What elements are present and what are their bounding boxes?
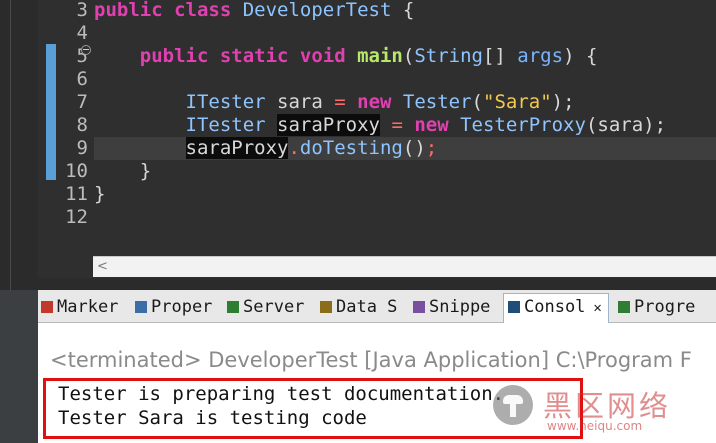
left-side-strip: [0, 0, 38, 443]
line-number: 9: [76, 137, 88, 159]
close-tab-icon[interactable]: ✕: [593, 300, 601, 316]
code-token: ITester: [185, 114, 266, 136]
tab-label: Consol: [524, 297, 586, 317]
line-number: 4: [76, 22, 88, 44]
horizontal-scrollbar[interactable]: <: [93, 256, 716, 277]
line-number: 6: [76, 68, 88, 90]
line-number: 10: [65, 160, 88, 182]
code-line[interactable]: ITester saraProxy = new TesterProxy(sara…: [94, 114, 666, 137]
code-token: main: [357, 45, 403, 67]
code-token: sara: [597, 114, 644, 136]
tab-label: Server: [243, 297, 305, 317]
line-number: 7: [76, 91, 88, 113]
code-token: args: [517, 45, 564, 67]
code-token: public static void: [94, 45, 358, 67]
tab-data-s[interactable]: Data S: [320, 294, 397, 320]
code-token: =: [322, 91, 358, 113]
properties-icon: [135, 301, 147, 313]
code-token: );: [643, 114, 667, 136]
code-token: String: [414, 45, 483, 67]
tab-snippe[interactable]: Snippe: [413, 294, 490, 320]
code-token: new: [357, 91, 403, 113]
marker-icon: [41, 301, 53, 313]
code-token: ITester: [185, 91, 266, 113]
code-line[interactable]: }: [94, 160, 151, 183]
tab-label: Marker: [57, 297, 119, 317]
code-token: =: [380, 114, 415, 136]
code-token: }: [94, 160, 152, 182]
scroll-left-icon[interactable]: <: [97, 258, 108, 276]
console-icon: [508, 301, 520, 313]
code-token: sara: [277, 91, 323, 113]
line-number: 3: [76, 0, 88, 21]
code-token: ;: [425, 137, 438, 159]
code-token: TesterProxy: [460, 114, 586, 136]
left-strip-divider: [10, 0, 11, 290]
code-token: DeveloperTest: [242, 0, 392, 21]
code-token: "Sara": [483, 91, 552, 113]
code-editor[interactable]: 3 4 5 6 7 8 9 10 11 12 public class DeveloperTest…: [38, 0, 716, 278]
code-token: []: [482, 45, 518, 67]
code-token: doTesting: [299, 137, 403, 159]
code-line[interactable]: saraProxy.doTesting();: [94, 137, 437, 160]
code-token: (): [402, 137, 426, 159]
tab-consol[interactable]: Consol ✕: [503, 293, 609, 323]
views-tab-bar: Marker Proper Server Data S Snippe Consol ✕ Pro…: [38, 290, 716, 323]
console-output-line: Tester is preparing test documentation.: [58, 383, 505, 405]
code-token: saraProxy: [185, 137, 289, 159]
code-line[interactable]: }: [94, 183, 105, 206]
code-token: new: [414, 114, 461, 136]
tab-label: Snippe: [429, 297, 491, 317]
server-icon: [227, 301, 239, 313]
change-marker-bar: [46, 44, 56, 180]
console-output-line: Tester Sara is testing code: [58, 407, 367, 429]
tab-marker[interactable]: Marker: [41, 294, 118, 320]
watermark-url: www.heiqu.com: [547, 419, 643, 433]
code-token: (: [585, 114, 598, 136]
console-terminated-label: <terminated> DeveloperTest [Java Applica…: [50, 348, 692, 372]
tab-server[interactable]: Server: [227, 294, 304, 320]
line-number: 12: [65, 206, 88, 228]
progress-icon: [618, 301, 630, 313]
code-token: .: [288, 137, 300, 159]
code-line[interactable]: public class DeveloperTest {: [94, 0, 414, 22]
code-text-area[interactable]: public class DeveloperTest { public stat…: [94, 0, 716, 256]
line-number-gutter: 3 4 5 6 7 8 9 10 11 12: [56, 0, 94, 256]
snippets-icon: [413, 301, 425, 313]
code-line[interactable]: ITester sara = new Tester("Sara");: [94, 91, 575, 114]
code-token: saraProxy: [277, 114, 380, 136]
code-token: );: [551, 91, 575, 113]
line-number: 8: [76, 114, 88, 136]
tab-label: Data S: [336, 297, 398, 317]
code-token: Tester: [402, 91, 472, 113]
code-token: (: [402, 45, 415, 67]
tab-progre[interactable]: Progre: [618, 294, 695, 320]
watermark-logo-icon: [493, 385, 533, 425]
left-strip-editor-area: [0, 0, 38, 290]
code-token: }: [94, 183, 106, 205]
tab-label: Proper: [151, 297, 213, 317]
line-number: 11: [65, 183, 88, 205]
fold-collapse-icon[interactable]: [81, 45, 91, 55]
code-token: public class: [94, 0, 243, 21]
tab-label: Progre: [634, 297, 696, 317]
code-token: (: [471, 91, 483, 113]
tab-proper[interactable]: Proper: [135, 294, 212, 320]
data-source-icon: [320, 301, 332, 313]
code-token: ) {: [563, 45, 598, 67]
code-line[interactable]: public static void main(String[] args) {: [94, 45, 598, 68]
site-watermark: 黑区网络 www.heiqu.com: [485, 375, 716, 443]
code-token: {: [391, 0, 415, 21]
